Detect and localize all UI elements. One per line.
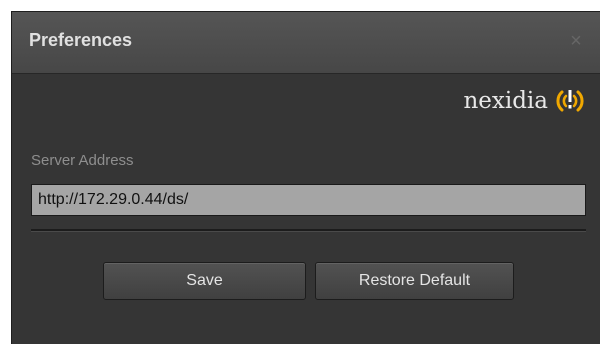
preferences-dialog: Preferences × nexidia Server Address Sav…: [11, 11, 600, 344]
logo-text: nexidia: [463, 88, 548, 114]
restore-default-button[interactable]: Restore Default: [315, 262, 514, 300]
dialog-title: Preferences: [29, 30, 133, 50]
nexidia-signal-logo-icon: [556, 90, 584, 112]
close-icon[interactable]: ×: [566, 31, 586, 51]
nexidia-logo: nexidia: [463, 86, 586, 116]
server-address-label: Server Address: [31, 152, 134, 169]
save-button[interactable]: Save: [103, 262, 306, 300]
dialog-titlebar: Preferences ×: [12, 12, 600, 74]
divider: [31, 229, 586, 232]
server-address-input[interactable]: [31, 184, 586, 216]
